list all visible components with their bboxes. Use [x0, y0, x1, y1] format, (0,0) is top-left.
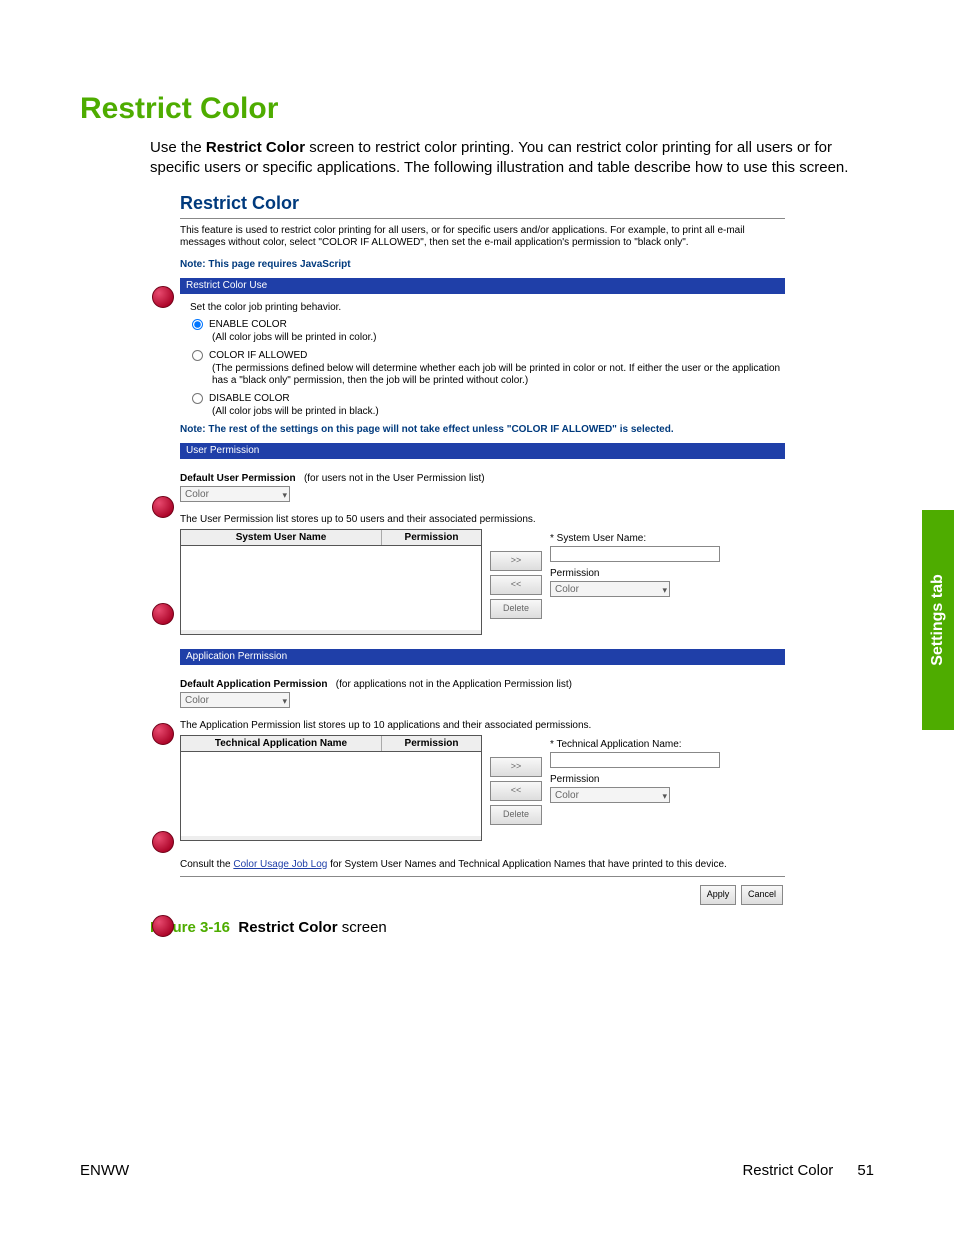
app-default-select[interactable]: Color [180, 692, 290, 708]
user-default-label: Default User Permission [180, 473, 296, 484]
callout-dot-4 [152, 723, 174, 745]
user-list-box[interactable]: System User Name Permission [180, 529, 482, 635]
app-side-label: * Technical Application Name: [550, 739, 785, 750]
apply-button[interactable]: Apply [700, 885, 737, 905]
footer-page-number: 51 [857, 1162, 874, 1179]
figure-tail: screen [338, 919, 387, 936]
callout-dot-1 [152, 286, 174, 308]
radio-enable-label: ENABLE COLOR [209, 319, 287, 330]
side-tab-label: Settings tab [929, 574, 947, 666]
side-tab-settings: Settings tab [922, 510, 954, 730]
section-header-user-perm: User Permission [180, 443, 785, 459]
app-col-name: Technical Application Name [181, 736, 382, 751]
app-list-desc: The Application Permission list stores u… [180, 720, 785, 731]
app-name-input[interactable] [550, 752, 720, 768]
user-default-hint: (for users not in the User Permission li… [304, 473, 485, 484]
user-col-perm: Permission [382, 530, 481, 545]
callout-dot-6 [152, 915, 174, 937]
radio-disable-color[interactable] [192, 393, 203, 404]
app-delete-button[interactable]: Delete [490, 805, 542, 825]
app-side-perm-label: Permission [550, 774, 785, 785]
ss-title: Restrict Color [180, 191, 785, 219]
radio-allowed-label: COLOR IF ALLOWED [209, 350, 307, 361]
figure-screenshot: Restrict Color This feature is used to r… [150, 191, 874, 905]
intro-text: Use the Restrict Color screen to restric… [150, 138, 874, 179]
footer-left: ENWW [80, 1162, 129, 1179]
cancel-button[interactable]: Cancel [741, 885, 783, 905]
consult-text: Consult the Color Usage Job Log for Syst… [180, 859, 785, 870]
intro-bold: Restrict Color [206, 139, 305, 156]
ss-note-js: Note: This page requires JavaScript [180, 259, 785, 270]
restrict-use-lead: Set the color job printing behavior. [190, 302, 785, 313]
restrict-use-warn: Note: The rest of the settings on this p… [180, 424, 785, 435]
user-side-label: * System User Name: [550, 533, 785, 544]
app-default-hint: (for applications not in the Application… [336, 679, 572, 690]
app-remove-button[interactable]: << [490, 781, 542, 801]
page-footer: ENWW Restrict Color 51 [80, 1162, 874, 1179]
ss-desc: This feature is used to restrict color p… [180, 225, 785, 249]
page-title: Restrict Color [80, 92, 874, 126]
radio-enable-color[interactable] [192, 319, 203, 330]
user-remove-button[interactable]: << [490, 575, 542, 595]
user-list-desc: The User Permission list stores up to 50… [180, 514, 785, 525]
user-col-name: System User Name [181, 530, 382, 545]
radio-allowed-sub: (The permissions defined below will dete… [212, 363, 785, 387]
app-add-button[interactable]: >> [490, 757, 542, 777]
user-side-select[interactable]: Color [550, 581, 670, 597]
user-add-button[interactable]: >> [490, 551, 542, 571]
app-default-label: Default Application Permission [180, 679, 327, 690]
callout-dot-3 [152, 603, 174, 625]
figure-title: Restrict Color [238, 919, 337, 936]
user-side-perm-label: Permission [550, 568, 785, 579]
figure-caption: Figure 3-16 Restrict Color screen [150, 919, 874, 936]
radio-disable-sub: (All color jobs will be printed in black… [212, 406, 785, 418]
intro-pre: Use the [150, 139, 206, 156]
color-usage-log-link[interactable]: Color Usage Job Log [233, 859, 327, 870]
section-header-app-perm: Application Permission [180, 649, 785, 665]
app-col-perm: Permission [382, 736, 481, 751]
user-default-select[interactable]: Color [180, 486, 290, 502]
footer-section: Restrict Color [742, 1162, 833, 1179]
callout-dot-5 [152, 831, 174, 853]
app-list-box[interactable]: Technical Application Name Permission [180, 735, 482, 841]
radio-enable-sub: (All color jobs will be printed in color… [212, 332, 785, 344]
radio-color-if-allowed[interactable] [192, 350, 203, 361]
radio-disable-label: DISABLE COLOR [209, 393, 290, 404]
consult-post: for System User Names and Technical Appl… [327, 859, 726, 870]
user-name-input[interactable] [550, 546, 720, 562]
section-header-restrict-use: Restrict Color Use [180, 278, 785, 294]
app-side-select[interactable]: Color [550, 787, 670, 803]
callout-dot-2 [152, 496, 174, 518]
consult-pre: Consult the [180, 859, 233, 870]
user-delete-button[interactable]: Delete [490, 599, 542, 619]
